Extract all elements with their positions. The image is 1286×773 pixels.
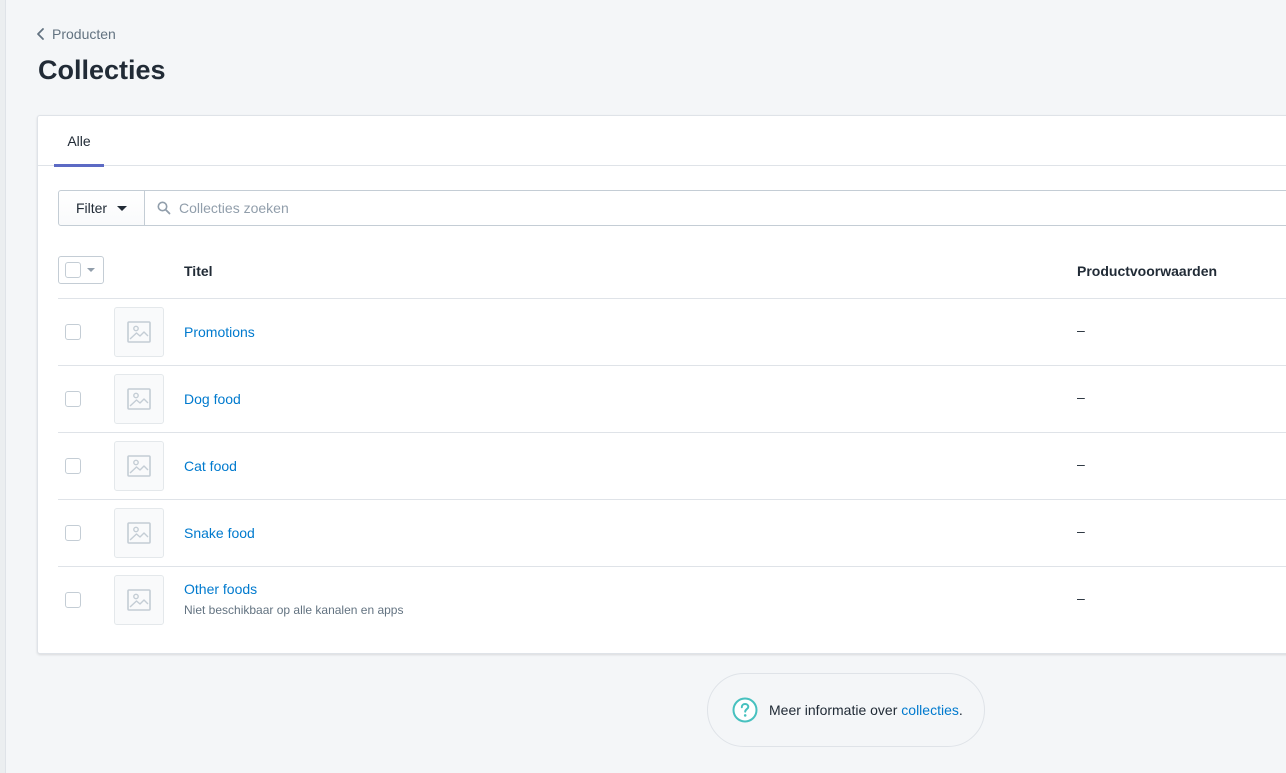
tab-bar: Alle (38, 116, 1286, 167)
search-box (145, 190, 1286, 226)
tab-all[interactable]: Alle (54, 116, 104, 167)
collection-rows: Promotions – Dog food – Cat food – Snake… (58, 299, 1286, 634)
collection-conditions: – (1077, 389, 1085, 405)
help-collections-link[interactable]: collecties (901, 702, 959, 718)
chevron-left-icon (37, 28, 44, 40)
breadcrumb-back[interactable]: Producten (36, 26, 116, 42)
table-row: Cat food – (58, 433, 1286, 500)
image-placeholder-icon (114, 508, 164, 558)
collection-title-link[interactable]: Promotions (184, 324, 255, 340)
row-checkbox[interactable] (65, 525, 81, 541)
bulk-select-checkbox[interactable] (58, 256, 104, 284)
help-footer: Meer informatie over collecties. (707, 673, 985, 747)
table-row: Dog food – (58, 366, 1286, 433)
select-all-checkbox[interactable] (65, 262, 81, 278)
help-text: Meer informatie over collecties. (769, 702, 963, 718)
table-row: Other foods Niet beschikbaar op alle kan… (58, 567, 1286, 634)
filter-label: Filter (75, 200, 108, 216)
collection-availability-note: Niet beschikbaar op alle kanalen en apps (184, 603, 404, 617)
question-circle-icon (732, 697, 758, 723)
column-header-title[interactable]: Titel (184, 263, 213, 279)
page: Producten Collecties Alle Filter Collect… (0, 0, 1286, 773)
page-title: Collecties (38, 55, 166, 85)
collection-title-link[interactable]: Cat food (184, 458, 237, 474)
collection-conditions: – (1077, 590, 1085, 606)
collection-title-link[interactable]: Other foods (184, 581, 257, 597)
collection-title-link[interactable]: Snake food (184, 525, 255, 541)
table-row: Snake food – (58, 500, 1286, 567)
collections-card: Alle Filter Titel Productvoorwaarden (37, 115, 1286, 654)
column-header-conditions: Productvoorwaarden (1077, 263, 1218, 279)
left-edge-divider (0, 0, 6, 773)
filter-bar: Filter (58, 190, 1286, 226)
collection-conditions: – (1077, 456, 1085, 472)
caret-down-icon (117, 205, 128, 211)
table-row: Promotions – (58, 299, 1286, 366)
image-placeholder-icon (114, 374, 164, 424)
search-icon (157, 201, 171, 215)
image-placeholder-icon (114, 307, 164, 357)
image-placeholder-icon (114, 441, 164, 491)
row-checkbox[interactable] (65, 324, 81, 340)
collection-conditions: – (1077, 322, 1085, 338)
help-text-prefix: Meer informatie over (769, 702, 902, 718)
breadcrumb-label: Producten (52, 26, 116, 42)
row-checkbox[interactable] (65, 458, 81, 474)
row-checkbox[interactable] (65, 391, 81, 407)
row-checkbox[interactable] (65, 592, 81, 608)
collection-title-link[interactable]: Dog food (184, 391, 241, 407)
image-placeholder-icon (114, 575, 164, 625)
table-header: Titel Productvoorwaarden (58, 248, 1286, 299)
collection-conditions: – (1077, 523, 1085, 539)
search-input[interactable] (179, 200, 779, 216)
help-text-suffix: . (958, 702, 963, 718)
caret-down-icon (87, 268, 95, 272)
filter-button[interactable]: Filter (58, 190, 145, 226)
